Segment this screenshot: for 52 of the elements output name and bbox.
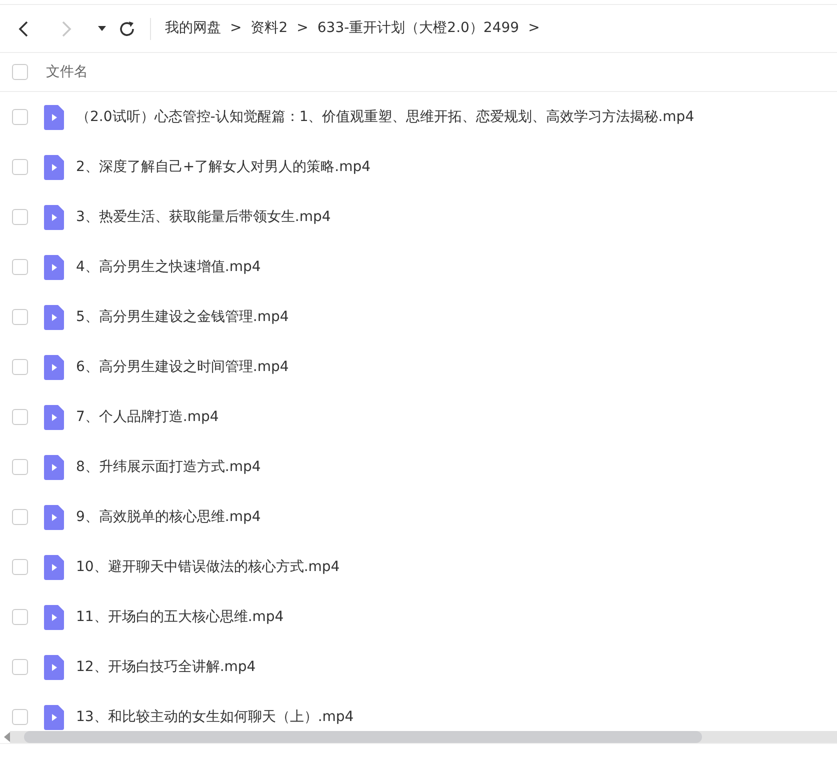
video-file-icon (44, 154, 64, 180)
row-checkbox[interactable] (12, 159, 28, 175)
row-checkbox[interactable] (12, 559, 28, 575)
file-name[interactable]: 3、热爱生活、获取能量后带领女生.mp4 (76, 206, 331, 228)
video-file-icon (44, 454, 64, 480)
video-file-icon (44, 254, 64, 280)
breadcrumb-link[interactable]: 资料2 (250, 18, 288, 39)
row-checkbox[interactable] (12, 709, 28, 725)
row-checkbox[interactable] (12, 209, 28, 225)
file-name[interactable]: 13、和比较主动的女生如何聊天（上）.mp4 (76, 706, 354, 728)
file-name[interactable]: 9、高效脱单的核心思维.mp4 (76, 506, 261, 528)
row-checkbox[interactable] (12, 509, 28, 525)
file-name[interactable]: 4、高分男生之快速增值.mp4 (76, 256, 261, 278)
row-checkbox[interactable] (12, 409, 28, 425)
breadcrumb-separator: > (296, 19, 308, 38)
breadcrumb-link[interactable]: 我的网盘 (165, 18, 221, 39)
row-checkbox[interactable] (12, 109, 28, 125)
file-name[interactable]: 8、升纬展示面打造方式.mp4 (76, 456, 261, 478)
file-name[interactable]: 12、开场白技巧全讲解.mp4 (76, 656, 256, 678)
column-header[interactable]: 文件名 (46, 62, 88, 82)
row-checkbox[interactable] (12, 659, 28, 675)
row-checkbox[interactable] (12, 259, 28, 275)
file-name[interactable]: 10、避开聊天中错误做法的核心方式.mp4 (76, 556, 340, 578)
file-name[interactable]: 6、高分男生建设之时间管理.mp4 (76, 356, 289, 378)
row-checkbox[interactable] (12, 609, 28, 625)
caret-icon (98, 26, 106, 32)
video-file-icon (44, 104, 64, 130)
row-checkbox[interactable] (12, 459, 28, 475)
select-all-checkbox[interactable] (12, 64, 28, 80)
chevron-left-icon (18, 20, 30, 38)
breadcrumb-separator: > (230, 19, 242, 38)
video-file-icon (44, 554, 64, 580)
video-file-icon (44, 204, 64, 230)
file-name[interactable]: （2.0试听）心态管控-认知觉醒篇：1、价值观重塑、思维开拓、恋爱规划、高效学习方法揭秘.mp4 (76, 106, 694, 128)
file-name[interactable]: 11、开场白的五大核心思维.mp4 (76, 606, 284, 628)
chevron-right-icon (60, 20, 72, 38)
video-file-icon (44, 654, 64, 680)
video-file-icon (44, 404, 64, 430)
video-file-icon (44, 304, 64, 330)
file-name[interactable]: 7、个人品牌打造.mp4 (76, 406, 219, 428)
scrollbar-thumb[interactable] (24, 730, 702, 742)
refresh-icon (118, 20, 136, 38)
video-file-icon (44, 354, 64, 380)
file-name[interactable]: 2、深度了解自己+了解女人对男人的策略.mp4 (76, 156, 371, 178)
file-name[interactable]: 5、高分男生建设之金钱管理.mp4 (76, 306, 289, 328)
video-file-icon (44, 604, 64, 630)
video-file-icon (44, 704, 64, 730)
row-checkbox[interactable] (12, 309, 28, 325)
breadcrumb-link[interactable]: 633-重开计划（大橙2.0）2499 (317, 18, 520, 39)
row-checkbox[interactable] (12, 359, 28, 375)
breadcrumb-separator: > (528, 19, 540, 38)
video-file-icon (44, 504, 64, 530)
